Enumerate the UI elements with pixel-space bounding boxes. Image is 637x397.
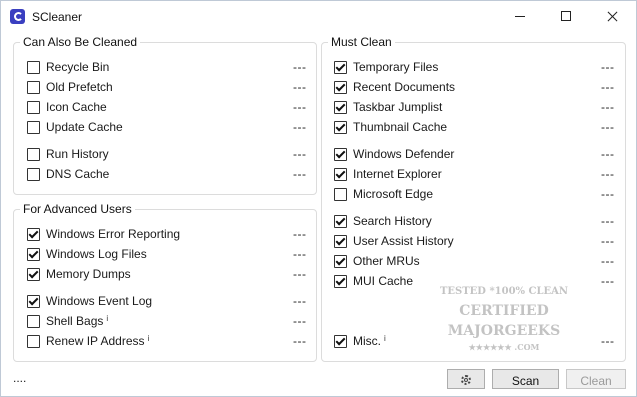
size-readout: --- [293,100,307,114]
size-readout: --- [293,294,307,308]
option-recycle-bin[interactable]: Recycle Bin [27,58,109,76]
checkbox[interactable] [27,167,40,181]
checkbox[interactable] [27,227,40,241]
size-readout: --- [293,60,307,74]
checkbox[interactable] [27,147,40,161]
size-readout: --- [601,234,615,248]
option-internet-explorer[interactable]: Internet Explorer [334,165,442,183]
group-must-clean: Must Clean Temporary Files --- Recent Do… [321,35,626,362]
option-search-history[interactable]: Search History [334,212,432,230]
checkbox[interactable] [334,234,347,248]
size-readout: --- [293,147,307,161]
info-icon[interactable]: i [106,314,108,323]
option-thumbnail-cache[interactable]: Thumbnail Cache [334,118,447,136]
settings-button[interactable] [447,369,485,389]
option-user-assist-history[interactable]: User Assist History [334,232,454,250]
checkbox[interactable] [27,80,40,94]
option-icon-cache[interactable]: Icon Cache [27,98,107,116]
option-dns-cache[interactable]: DNS Cache [27,165,109,183]
group-for-advanced-users: For Advanced Users Windows Error Reporti… [13,202,317,362]
checkbox[interactable] [27,267,40,281]
size-readout: --- [601,167,615,181]
size-readout: --- [601,274,615,288]
status-text: .... [13,371,27,385]
option-run-history[interactable]: Run History [27,145,109,163]
option-shell-bags[interactable]: Shell Bags i [27,312,108,330]
group-title: Can Also Be Cleaned [20,35,141,49]
scan-button[interactable]: Scan [492,369,559,389]
checkbox[interactable] [334,334,347,348]
option-windows-log-files[interactable]: Windows Log Files [27,245,147,263]
size-readout: --- [601,334,615,348]
option-taskbar-jumplist[interactable]: Taskbar Jumplist [334,98,442,116]
size-readout: --- [601,147,615,161]
option-windows-event-log[interactable]: Windows Event Log [27,292,152,310]
option-mui-cache[interactable]: MUI Cache [334,272,413,290]
checkbox[interactable] [334,100,347,114]
info-icon[interactable]: i [384,334,386,343]
option-recent-documents[interactable]: Recent Documents [334,78,455,96]
checkbox[interactable] [334,60,347,74]
size-readout: --- [293,247,307,261]
option-windows-defender[interactable]: Windows Defender [334,145,454,163]
option-other-mrus[interactable]: Other MRUs [334,252,420,270]
size-readout: --- [293,120,307,134]
gear-icon [461,375,471,385]
checkbox[interactable] [27,294,40,308]
close-button[interactable] [589,1,635,31]
option-old-prefetch[interactable]: Old Prefetch [27,78,113,96]
clean-button[interactable]: Clean [566,369,626,389]
group-title: For Advanced Users [20,202,135,216]
size-readout: --- [601,254,615,268]
checkbox[interactable] [334,254,347,268]
app-logo-icon [10,9,25,24]
size-readout: --- [601,120,615,134]
option-update-cache[interactable]: Update Cache [27,118,123,136]
checkbox[interactable] [27,100,40,114]
scleaner-window: SCleaner Can Also Be Cleaned Recycle Bin… [0,0,637,397]
checkbox[interactable] [334,167,347,181]
group-title: Must Clean [328,35,395,49]
size-readout: --- [601,187,615,201]
checkbox[interactable] [334,147,347,161]
checkbox[interactable] [334,214,347,228]
size-readout: --- [601,214,615,228]
option-memory-dumps[interactable]: Memory Dumps [27,265,131,283]
bottom-bar: .... Scan Clean [1,367,636,395]
option-misc[interactable]: Misc. i [334,332,386,350]
size-readout: --- [601,60,615,74]
checkbox[interactable] [334,80,347,94]
size-readout: --- [293,314,307,328]
option-renew-ip-address[interactable]: Renew IP Address i [27,332,149,350]
option-microsoft-edge[interactable]: Microsoft Edge [334,185,433,203]
group-can-also-be-cleaned: Can Also Be Cleaned Recycle Bin --- Old … [13,35,317,195]
checkbox[interactable] [27,60,40,74]
size-readout: --- [293,227,307,241]
size-readout: --- [293,334,307,348]
checkbox[interactable] [27,314,40,328]
maximize-button[interactable] [543,1,589,31]
checkbox[interactable] [334,120,347,134]
option-windows-error-reporting[interactable]: Windows Error Reporting [27,225,180,243]
checkbox[interactable] [27,247,40,261]
window-title: SCleaner [32,10,83,24]
checkbox[interactable] [27,120,40,134]
size-readout: --- [293,80,307,94]
size-readout: --- [293,167,307,181]
title-bar[interactable]: SCleaner [1,1,636,31]
info-icon[interactable]: i [148,334,150,343]
size-readout: --- [601,100,615,114]
size-readout: --- [293,267,307,281]
checkbox[interactable] [334,274,347,288]
option-temporary-files[interactable]: Temporary Files [334,58,438,76]
minimize-button[interactable] [497,1,543,31]
checkbox[interactable] [334,187,347,201]
checkbox[interactable] [27,334,40,348]
size-readout: --- [601,80,615,94]
